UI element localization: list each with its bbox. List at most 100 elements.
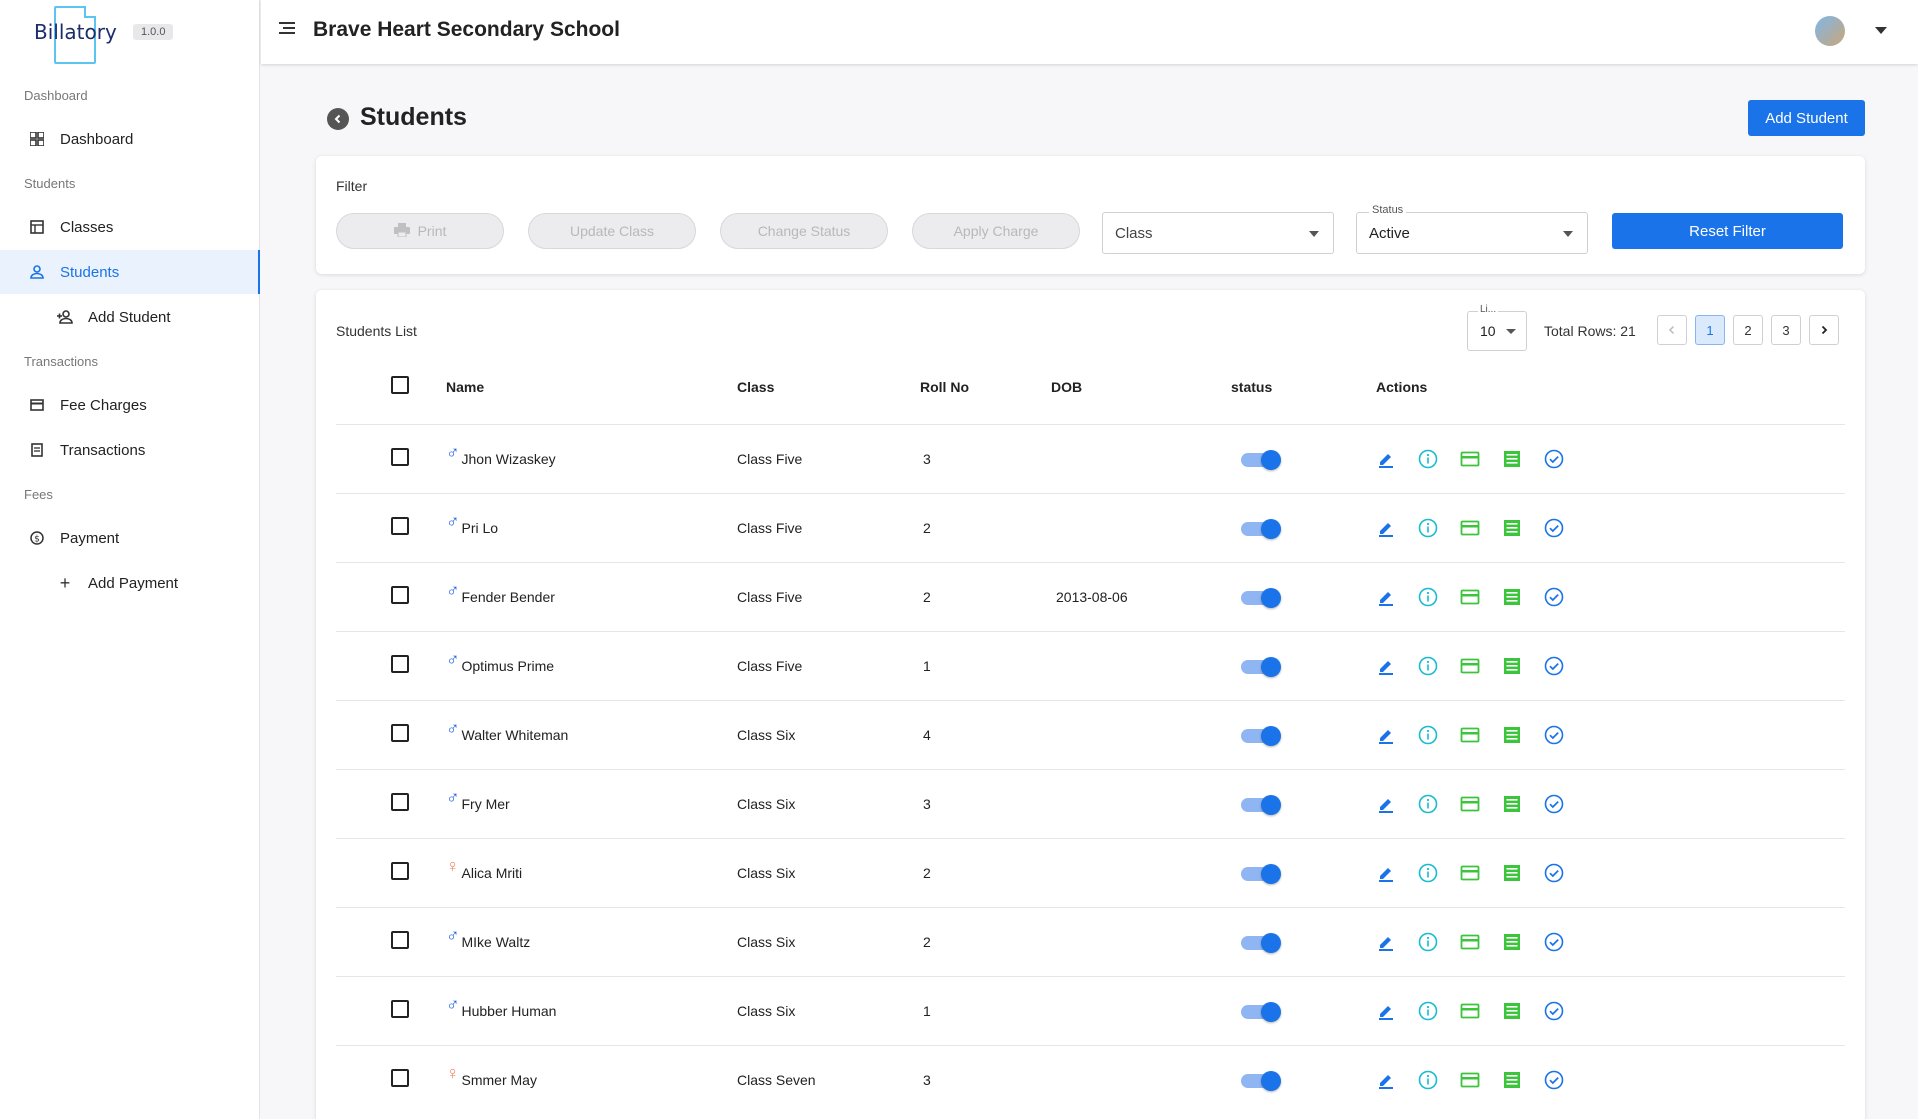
prev-page-button[interactable] (1657, 315, 1687, 345)
card-icon[interactable] (1460, 794, 1480, 814)
student-name[interactable]: Jhon Wizaskey (462, 451, 556, 467)
menu-toggle-icon[interactable] (279, 22, 295, 38)
card-icon[interactable] (1460, 1001, 1480, 1021)
card-icon[interactable] (1460, 449, 1480, 469)
check-circle-icon[interactable] (1544, 725, 1564, 745)
card-icon[interactable] (1460, 863, 1480, 883)
info-icon[interactable] (1418, 1070, 1438, 1090)
student-name[interactable]: Optimus Prime (462, 658, 555, 674)
status-toggle[interactable] (1241, 932, 1281, 953)
status-toggle[interactable] (1241, 1001, 1281, 1022)
card-icon[interactable] (1460, 518, 1480, 538)
sidebar-item-add-student[interactable]: Add Student (0, 295, 260, 339)
print-button[interactable]: Print (336, 213, 504, 249)
check-circle-icon[interactable] (1544, 518, 1564, 538)
info-icon[interactable] (1418, 656, 1438, 676)
next-page-button[interactable] (1809, 315, 1839, 345)
table-row[interactable]: ♂ MIke Waltz Class Six 2 (336, 906, 1845, 976)
edit-icon[interactable] (1376, 656, 1396, 676)
student-name[interactable]: Walter Whiteman (462, 727, 569, 743)
header-select-all[interactable] (336, 350, 446, 424)
sidebar-item-dashboard[interactable]: Dashboard (0, 117, 260, 161)
sidebar-item-payment[interactable]: $ Payment (0, 516, 260, 560)
status-toggle[interactable] (1241, 656, 1281, 677)
page-button-2[interactable]: 2 (1733, 315, 1763, 345)
check-circle-icon[interactable] (1544, 932, 1564, 952)
row-checkbox[interactable] (391, 931, 409, 949)
table-row[interactable]: ♂ Fry Mer Class Six 3 (336, 768, 1845, 838)
card-icon[interactable] (1460, 587, 1480, 607)
status-toggle[interactable] (1241, 863, 1281, 884)
status-toggle[interactable] (1241, 449, 1281, 470)
apply-charge-button[interactable]: Apply Charge (912, 213, 1080, 249)
check-circle-icon[interactable] (1544, 1070, 1564, 1090)
ledger-icon[interactable] (1502, 1001, 1522, 1021)
edit-icon[interactable] (1376, 518, 1396, 538)
reset-filter-button[interactable]: Reset Filter (1612, 213, 1843, 249)
page-button-1[interactable]: 1 (1695, 315, 1725, 345)
card-icon[interactable] (1460, 1070, 1480, 1090)
edit-icon[interactable] (1376, 932, 1396, 952)
table-row[interactable]: ♂ Jhon Wizaskey Class Five 3 (336, 423, 1845, 493)
info-icon[interactable] (1418, 725, 1438, 745)
check-circle-icon[interactable] (1544, 656, 1564, 676)
sidebar-item-add-payment[interactable]: + Add Payment (0, 561, 260, 605)
select-all-checkbox[interactable] (391, 376, 409, 395)
student-name[interactable]: Alica Mriti (462, 865, 523, 881)
status-select[interactable]: Status Active (1356, 204, 1588, 254)
edit-icon[interactable] (1376, 449, 1396, 469)
table-row[interactable]: ♀ Alica Mriti Class Six 2 (336, 837, 1845, 907)
chevron-down-icon[interactable] (1875, 27, 1887, 34)
class-select[interactable]: Class (1102, 212, 1334, 254)
status-toggle[interactable] (1241, 1070, 1281, 1091)
status-toggle[interactable] (1241, 587, 1281, 608)
row-checkbox[interactable] (391, 1000, 409, 1018)
add-student-button[interactable]: Add Student (1748, 100, 1865, 136)
check-circle-icon[interactable] (1544, 863, 1564, 883)
back-button[interactable] (327, 108, 349, 130)
info-icon[interactable] (1418, 518, 1438, 538)
info-icon[interactable] (1418, 863, 1438, 883)
row-checkbox[interactable] (391, 655, 409, 673)
edit-icon[interactable] (1376, 1070, 1396, 1090)
change-status-button[interactable]: Change Status (720, 213, 888, 249)
row-checkbox[interactable] (391, 448, 409, 466)
check-circle-icon[interactable] (1544, 794, 1564, 814)
edit-icon[interactable] (1376, 1001, 1396, 1021)
info-icon[interactable] (1418, 794, 1438, 814)
check-circle-icon[interactable] (1544, 587, 1564, 607)
info-icon[interactable] (1418, 1001, 1438, 1021)
ledger-icon[interactable] (1502, 932, 1522, 952)
check-circle-icon[interactable] (1544, 1001, 1564, 1021)
row-checkbox[interactable] (391, 724, 409, 742)
table-row[interactable]: ♀ Smmer May Class Seven 3 (336, 1044, 1845, 1114)
ledger-icon[interactable] (1502, 656, 1522, 676)
student-name[interactable]: Fender Bender (462, 589, 555, 605)
sidebar-item-fee-charges[interactable]: Fee Charges (0, 383, 260, 427)
table-row[interactable]: ♂ Optimus Prime Class Five 1 (336, 630, 1845, 700)
header-status[interactable]: status (1231, 350, 1376, 424)
row-checkbox[interactable] (391, 862, 409, 880)
edit-icon[interactable] (1376, 794, 1396, 814)
row-checkbox[interactable] (391, 793, 409, 811)
card-icon[interactable] (1460, 725, 1480, 745)
status-toggle[interactable] (1241, 518, 1281, 539)
sidebar-item-students[interactable]: Students (0, 250, 260, 294)
card-icon[interactable] (1460, 932, 1480, 952)
card-icon[interactable] (1460, 656, 1480, 676)
update-class-button[interactable]: Update Class (528, 213, 696, 249)
row-checkbox[interactable] (391, 517, 409, 535)
info-icon[interactable] (1418, 449, 1438, 469)
student-name[interactable]: Hubber Human (462, 1003, 557, 1019)
student-name[interactable]: Smmer May (462, 1072, 537, 1088)
student-name[interactable]: Pri Lo (462, 520, 499, 536)
table-row[interactable]: ♂ Pri Lo Class Five 2 (336, 492, 1845, 562)
row-checkbox[interactable] (391, 1069, 409, 1088)
avatar[interactable] (1815, 16, 1845, 46)
ledger-icon[interactable] (1502, 518, 1522, 538)
ledger-icon[interactable] (1502, 587, 1522, 607)
ledger-icon[interactable] (1502, 449, 1522, 469)
edit-icon[interactable] (1376, 587, 1396, 607)
ledger-icon[interactable] (1502, 1070, 1522, 1090)
table-row[interactable]: ♂ Fender Bender Class Five 2 2013-08-06 (336, 561, 1845, 631)
